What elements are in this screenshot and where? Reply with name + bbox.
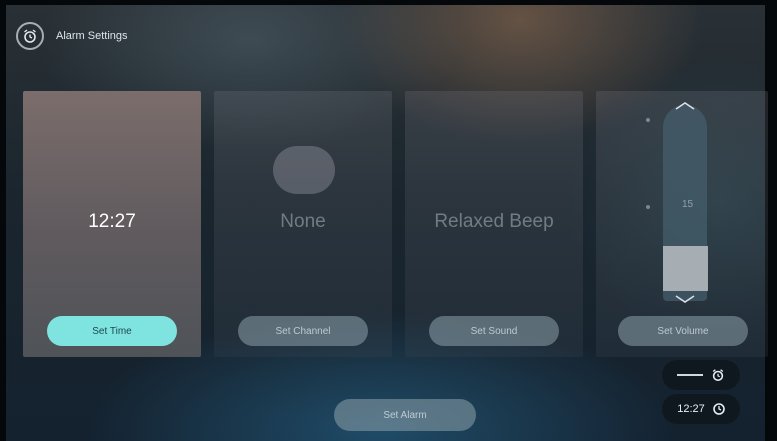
page-title: Alarm Settings [56,30,128,42]
sound-card[interactable]: Relaxed Beep Set Sound [405,91,583,357]
frame-left [0,0,6,441]
alarm-clock-icon [16,22,44,50]
alarm-off-indicator [677,374,703,376]
volume-current-marker [646,205,650,209]
channel-value: None [280,211,326,232]
status-time: 12:27 [677,403,705,415]
set-channel-button[interactable]: Set Channel [238,316,368,346]
clock-icon [712,403,725,415]
set-volume-button[interactable]: Set Volume [618,316,748,346]
set-sound-button[interactable]: Set Sound [429,316,559,346]
volume-value: 15 [682,199,694,210]
chevron-down-icon[interactable] [674,294,696,304]
set-alarm-button[interactable]: Set Alarm [334,399,476,431]
time-card[interactable]: 12:27 Set Time [23,91,201,357]
volume-max-marker [646,118,650,122]
volume-card[interactable]: 15 Set Volume [596,91,768,357]
alarm-status-widget [662,360,740,390]
sound-value: Relaxed Beep [434,211,554,232]
page-header: Alarm Settings [16,22,128,50]
clock-status-widget: 12:27 [662,394,740,424]
time-value: 12:27 [88,211,136,232]
chevron-up-icon[interactable] [674,101,696,111]
channel-card[interactable]: None Set Channel [214,91,392,357]
alarm-clock-icon [712,369,724,382]
set-time-button[interactable]: Set Time [47,316,177,346]
volume-slider-handle[interactable] [663,246,708,291]
channel-icon [273,146,335,194]
frame-top [0,0,777,5]
